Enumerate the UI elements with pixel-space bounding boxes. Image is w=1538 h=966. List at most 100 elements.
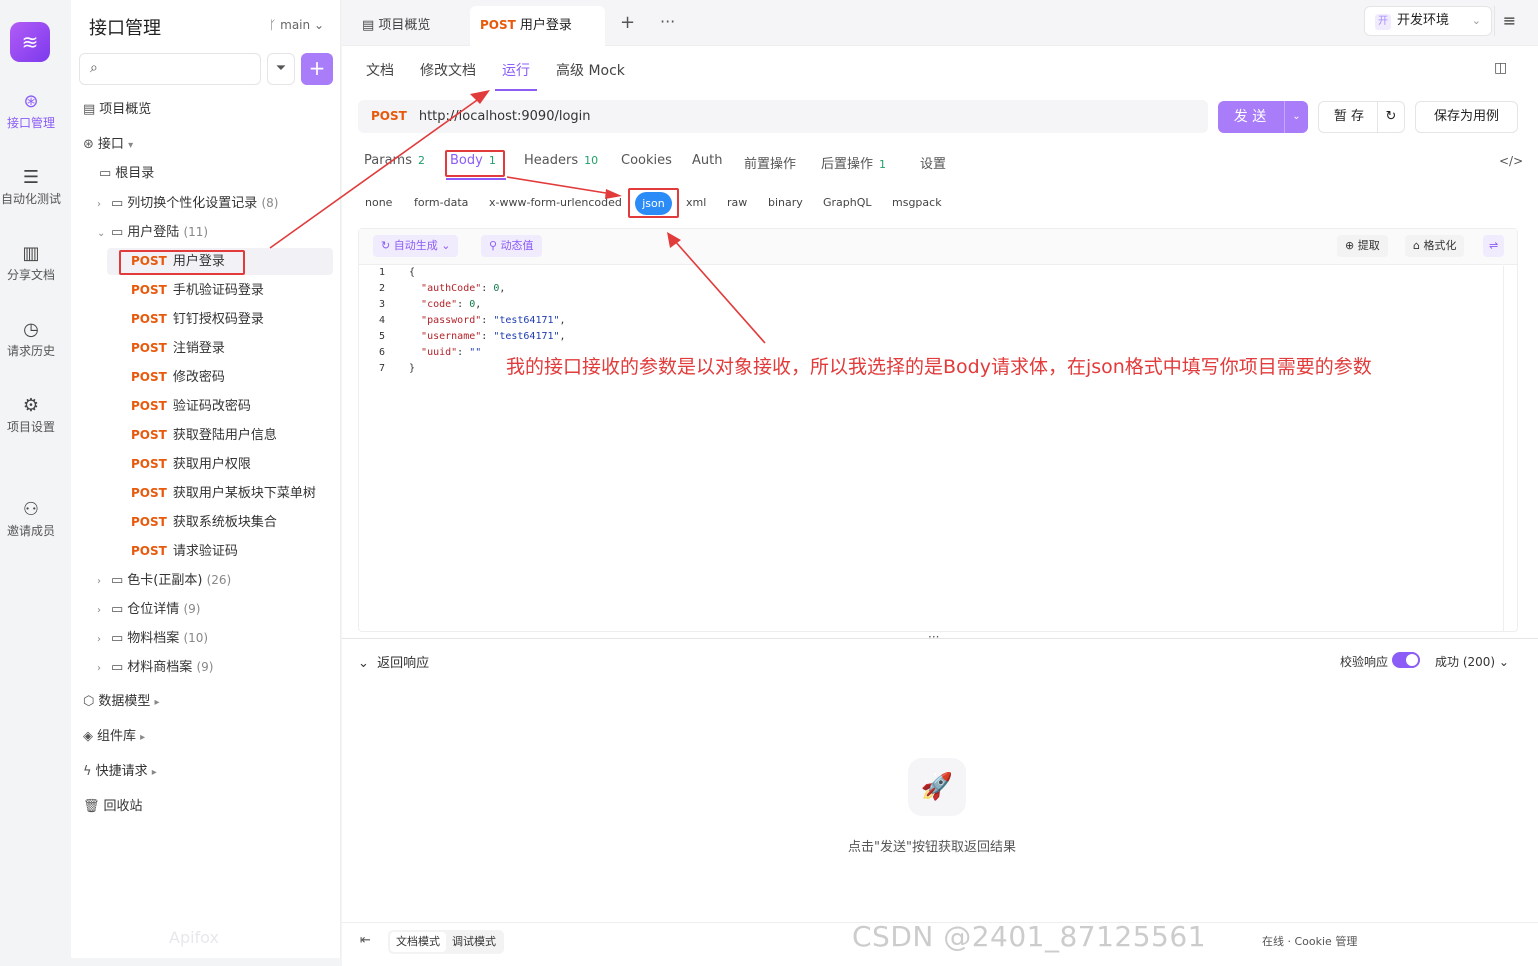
empty-hint: 点击"发送"按钮获取返回结果	[848, 840, 1016, 855]
line-number: 5	[379, 331, 386, 342]
body-type-urlencoded[interactable]: x-www-form-urlencoded	[489, 196, 622, 209]
rail-item-settings[interactable]: ⚙ 项目设置	[0, 394, 62, 435]
add-button[interactable]: +	[301, 53, 333, 85]
tree-root-dir[interactable]: ▭ 根目录	[99, 161, 154, 187]
line-number: 3	[379, 299, 386, 310]
collapse-left-icon[interactable]: ⇤	[360, 933, 371, 948]
tree-endpoint[interactable]: POST 获取用户权限	[131, 451, 251, 477]
tree-endpoint[interactable]: POST 获取用户某板块下菜单树	[131, 480, 316, 506]
search-input[interactable]: ⌕	[79, 53, 261, 85]
rail-item-share[interactable]: ▥ 分享文档	[0, 242, 62, 283]
hamburger-menu-icon[interactable]: ≡	[1494, 6, 1524, 36]
footer-right-tools[interactable]: 在线 · Cookie 管理	[1262, 933, 1357, 949]
code-line: "uuid": ""	[421, 347, 482, 358]
req-tab-post-ops[interactable]: 后置操作 1	[821, 153, 886, 172]
code-line: "code": 0,	[421, 299, 482, 310]
body-type-graphql[interactable]: GraphQL	[823, 196, 872, 209]
response-header[interactable]: ⌄ 返回响应	[358, 652, 429, 671]
sidebar-trash[interactable]: 🗑 回收站	[83, 794, 143, 820]
drag-handle[interactable]: ···	[928, 630, 939, 644]
url-bar[interactable]: POST http://localhost:9090/login	[358, 100, 1208, 133]
refresh-icon: ↻	[381, 239, 394, 252]
annotation-text: 我的接口接收的参数是以对象接收，所以我选择的是Body请求体，在json格式中填…	[506, 356, 1372, 378]
body-type-none[interactable]: none	[365, 196, 392, 209]
tree-endpoint[interactable]: POST 注销登录	[131, 335, 225, 361]
chevron-down-icon[interactable]: ⌄	[1284, 101, 1308, 133]
subtab-mock[interactable]: 高级 Mock	[556, 60, 625, 80]
url-input[interactable]: http://localhost:9090/login	[419, 109, 591, 124]
rail-item-api[interactable]: ⊛ 接口管理	[0, 90, 62, 131]
verify-response-toggle[interactable]	[1392, 652, 1420, 668]
tree-endpoint[interactable]: POST 获取系统板块集合	[131, 509, 277, 535]
tree-endpoint[interactable]: POST 修改密码	[131, 364, 225, 390]
extract-button[interactable]: ⊕ 提取	[1337, 235, 1388, 257]
response-status-selector[interactable]: 成功 (200) ⌄	[1435, 653, 1509, 670]
gear-icon: ⚙	[22, 395, 40, 416]
layout-toggle-icon[interactable]: ◫	[1494, 60, 1507, 76]
environment-selector[interactable]: 开开发环境 ⌄	[1364, 6, 1492, 36]
save-as-case-button[interactable]: 保存为用例	[1415, 101, 1518, 133]
req-tab-headers[interactable]: Headers 10	[524, 153, 598, 168]
subtab-underline	[495, 89, 537, 91]
new-tab-icon[interactable]: +	[620, 12, 635, 33]
extract-icon: ⊕	[1345, 239, 1358, 252]
save-button[interactable]: 暂 存 ↻	[1318, 101, 1405, 133]
subtab-edit-docs[interactable]: 修改文档	[420, 60, 476, 80]
sidebar-quick-requests[interactable]: ϟ 快捷请求 ▸	[83, 759, 166, 785]
branch-selector[interactable]: ᚴ main ⌄	[269, 18, 324, 32]
auto-generate-button[interactable]: ↻ 自动生成 ⌄	[373, 235, 459, 257]
dynamic-value-button[interactable]: ⚲ 动态值	[481, 235, 542, 257]
tree-endpoint[interactable]: POST 获取登陆用户信息	[131, 422, 277, 448]
main-panel: ▤ 项目概览 POST 用户登录 + ··· 开开发环境 ⌄ ≡ 文档 修改文档 运…	[342, 0, 1538, 966]
subtab-run[interactable]: 运行	[502, 60, 530, 80]
body-type-xml[interactable]: xml	[686, 196, 706, 209]
tab-user-login[interactable]: POST 用户登录	[470, 6, 605, 46]
send-button[interactable]: 发 送 ⌄	[1218, 101, 1308, 133]
mode-debug[interactable]: 调试模式	[446, 932, 502, 952]
editor-toolbar: ↻ 自动生成 ⌄ ⚲ 动态值 ⊕ 提取 ⌂ 格式化 ⇌	[359, 229, 1517, 265]
req-tab-auth[interactable]: Auth	[692, 153, 722, 168]
tree-endpoint[interactable]: POST 验证码改密码	[131, 393, 251, 419]
subtab-docs[interactable]: 文档	[366, 60, 394, 80]
json-editor[interactable]: ↻ 自动生成 ⌄ ⚲ 动态值 ⊕ 提取 ⌂ 格式化 ⇌ 1 2 3 4 5 6 …	[358, 228, 1518, 632]
tree-folder[interactable]: › ▭ 物料档案 (10)	[97, 625, 208, 651]
wrap-icon[interactable]: ⇌	[1483, 235, 1505, 257]
tree-api-root[interactable]: ⊛ 接口 ▾	[83, 132, 142, 158]
tree-folder[interactable]: › ▭ 仓位详情 (9)	[97, 596, 200, 622]
editor-scrollbar[interactable]	[1503, 266, 1517, 631]
sidebar-data-models[interactable]: ⬡ 数据模型 ▸	[83, 689, 169, 715]
mode-docs[interactable]: 文档模式	[390, 932, 446, 952]
tree-folder[interactable]: › ▭ 列切换个性化设置记录 (8)	[97, 190, 278, 216]
tree-folder[interactable]: ⌄ ▭ 用户登陆 (11)	[97, 219, 208, 245]
tree-endpoint[interactable]: POST 钉钉授权码登录	[131, 306, 264, 332]
code-icon[interactable]: </>	[1499, 154, 1523, 168]
rail-item-history[interactable]: ◷ 请求历史	[0, 318, 62, 359]
apifox-logo[interactable]: ≋	[10, 22, 50, 62]
sidebar-components[interactable]: ◈ 组件库 ▸	[83, 724, 154, 750]
chevron-right-icon: ›	[97, 576, 101, 587]
filter-button[interactable]: ⏷	[267, 53, 295, 85]
code-line: "authCode": 0,	[421, 283, 506, 294]
req-tab-pre-ops[interactable]: 前置操作	[744, 153, 796, 172]
folder-icon: ▭	[111, 602, 124, 617]
body-type-binary[interactable]: binary	[768, 196, 803, 209]
format-button[interactable]: ⌂ 格式化	[1405, 235, 1465, 257]
rail-item-automation[interactable]: ☰ 自动化测试	[0, 166, 62, 207]
req-tab-settings[interactable]: 设置	[920, 153, 946, 172]
req-tab-params[interactable]: Params 2	[364, 153, 425, 168]
body-type-form-data[interactable]: form-data	[414, 196, 468, 209]
tree-folder[interactable]: › ▭ 材料商档案 (9)	[97, 654, 213, 680]
refresh-icon[interactable]: ↻	[1377, 102, 1404, 132]
body-type-raw[interactable]: raw	[727, 196, 747, 209]
body-type-msgpack[interactable]: msgpack	[892, 196, 942, 209]
tree-endpoint[interactable]: POST 请求验证码	[131, 538, 238, 564]
req-tab-cookies[interactable]: Cookies	[621, 153, 672, 168]
folder-icon: ▭	[111, 660, 124, 675]
tree-endpoint[interactable]: POST 手机验证码登录	[131, 277, 264, 303]
rail-item-invite[interactable]: ⚇ 邀请成员	[0, 498, 62, 539]
code-line: "password": "test64171",	[421, 315, 566, 326]
more-icon[interactable]: ···	[660, 12, 675, 31]
tree-folder[interactable]: › ▭ 色卡(正副本) (26)	[97, 567, 231, 593]
tab-project-overview[interactable]: ▤ 项目概览	[354, 8, 466, 46]
tree-overview[interactable]: ▤ 项目概览	[83, 97, 151, 123]
